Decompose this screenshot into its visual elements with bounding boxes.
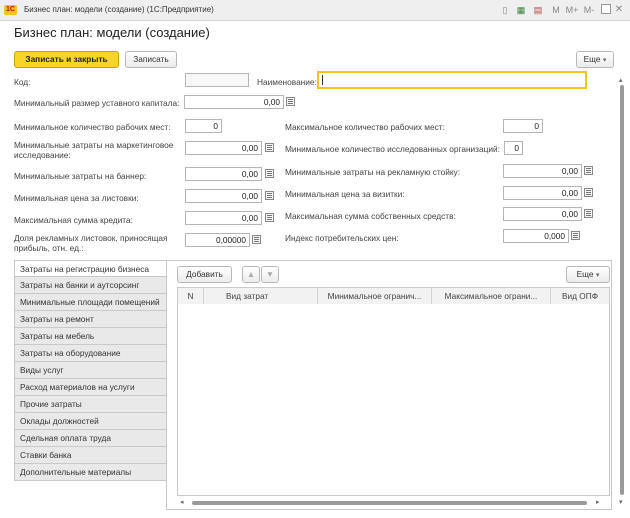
tab-equipment[interactable]: Затраты на оборудование (14, 345, 167, 362)
tab-piecework[interactable]: Сдельная оплата труда (14, 430, 167, 447)
consumer-index-label: Индекс потребительских цен: (285, 233, 399, 243)
save-and-close-button[interactable]: Записать и закрыть (14, 51, 119, 68)
column-number[interactable]: N (178, 288, 203, 304)
calculator-icon[interactable] (252, 235, 261, 244)
min-orgs-field[interactable]: 0 (504, 141, 523, 155)
arrow-up-icon[interactable]: ▲ (242, 266, 260, 283)
table-header: N Вид затрат Минимальное огранич... Макс… (177, 287, 610, 305)
calculator-icon[interactable] (265, 213, 274, 222)
name-input[interactable] (317, 71, 587, 89)
horizontal-scrollbar[interactable] (192, 501, 587, 505)
name-label: Наименование: (257, 77, 317, 87)
scroll-left-icon[interactable]: ◂ (180, 498, 184, 506)
page-title: Бизнес план: модели (создание) (14, 25, 210, 40)
add-button[interactable]: Добавить (177, 266, 232, 283)
min-ad-stand-field[interactable]: 0,00 (503, 164, 582, 178)
column-cost-type[interactable]: Вид затрат (203, 288, 317, 304)
column-max-limit[interactable]: Максимальное ограни... (431, 288, 550, 304)
app-logo-icon: 1С (4, 5, 17, 15)
min-marketing-field[interactable]: 0,00 (185, 141, 262, 155)
leaflet-profit-label: Доля рекламных листовок, приносящая приб… (14, 233, 168, 253)
memory-button[interactable]: M (551, 4, 561, 16)
max-jobs-field[interactable]: 0 (503, 119, 543, 133)
scroll-up-icon[interactable]: ▴ (619, 76, 623, 84)
save-button[interactable]: Записать (125, 51, 177, 68)
text-cursor (322, 75, 323, 85)
calculator-icon[interactable] (584, 166, 593, 175)
calculator-icon[interactable] (265, 143, 274, 152)
min-ad-stand-label: Минимальные затраты на рекламную стойку: (285, 167, 461, 177)
close-icon[interactable]: ✕ (614, 4, 624, 16)
min-jobs-field[interactable]: 0 (185, 119, 222, 133)
code-field[interactable] (185, 73, 249, 87)
leaflet-profit-field[interactable]: 0,00000 (185, 233, 250, 247)
calculator-icon[interactable] (584, 209, 593, 218)
scroll-right-icon[interactable]: ▸ (596, 498, 600, 506)
min-leaflet-field[interactable]: 0,00 (185, 189, 262, 203)
tab-list: Затраты на регистрацию бизнеса Затраты н… (14, 260, 167, 481)
tab-bank-rates[interactable]: Ставки банка (14, 447, 167, 464)
memory-minus-button[interactable]: M- (582, 4, 596, 16)
min-banner-label: Минимальные затраты на баннер: (14, 171, 147, 181)
min-capital-field[interactable]: 0,00 (184, 95, 284, 109)
tab-other-costs[interactable]: Прочие затраты (14, 396, 167, 413)
min-jobs-label: Минимальное количество рабочих мест: (14, 122, 171, 132)
max-credit-label: Максимальная сумма кредита: (14, 215, 133, 225)
min-orgs-label: Минимальное количество исследованных орг… (285, 144, 500, 154)
min-capital-label: Минимальный размер уставного капитала: (14, 98, 180, 108)
more-button[interactable]: Еще ▾ (576, 51, 614, 68)
code-label: Код: (14, 77, 31, 87)
column-opf-type[interactable]: Вид ОПФ (550, 288, 609, 304)
min-banner-field[interactable]: 0,00 (185, 167, 262, 181)
document-icon[interactable]: ▯ (500, 4, 510, 16)
tab-repair[interactable]: Затраты на ремонт (14, 311, 167, 328)
table-more-button[interactable]: Еще ▾ (566, 266, 610, 283)
min-marketing-label: Минимальные затраты на маркетинговое исс… (14, 140, 174, 160)
tab-materials[interactable]: Расход материалов на услуги (14, 379, 167, 396)
more-button-label: Еще (583, 54, 601, 64)
min-cards-field[interactable]: 0,00 (503, 186, 582, 200)
tab-registration[interactable]: Затраты на регистрацию бизнеса (14, 260, 167, 277)
window-titlebar: 1С Бизнес план: модели (создание) (1С:Пр… (0, 0, 630, 21)
arrow-down-icon[interactable]: ▼ (261, 266, 279, 283)
scroll-down-icon[interactable]: ▾ (619, 498, 623, 506)
min-cards-label: Минимальная цена за визитки: (285, 189, 405, 199)
column-min-limit[interactable]: Минимальное огранич... (317, 288, 431, 304)
calculator-icon[interactable] (286, 97, 295, 106)
chevron-down-icon: ▾ (602, 57, 607, 64)
calculator-icon[interactable] (571, 231, 580, 240)
min-leaflet-label: Минимальная цена за листовки: (14, 193, 139, 203)
table-icon[interactable]: ▦ (516, 4, 526, 16)
max-jobs-label: Максимальное количество рабочих мест: (285, 122, 445, 132)
window-title: Бизнес план: модели (создание) (1С:Предп… (24, 5, 214, 14)
max-own-funds-field[interactable]: 0,00 (503, 207, 582, 221)
max-own-funds-label: Максимальная сумма собственных средств: (285, 211, 456, 221)
maximize-icon[interactable] (601, 4, 611, 14)
memory-plus-button[interactable]: M+ (565, 4, 579, 16)
calculator-icon[interactable] (265, 191, 274, 200)
chevron-down-icon: ▾ (595, 272, 600, 279)
calculator-icon[interactable] (265, 169, 274, 178)
max-credit-field[interactable]: 0,00 (185, 211, 262, 225)
consumer-index-field[interactable]: 0,000 (503, 229, 569, 243)
tab-services[interactable]: Виды услуг (14, 362, 167, 379)
tab-premises[interactable]: Минимальные площади помещений (14, 294, 167, 311)
tab-furniture[interactable]: Затраты на мебель (14, 328, 167, 345)
tab-banks[interactable]: Затраты на банки и аутсорсинг (14, 277, 167, 294)
vertical-scrollbar[interactable] (620, 85, 624, 495)
tab-salaries[interactable]: Оклады должностей (14, 413, 167, 430)
table-more-label: Еще (576, 269, 594, 279)
table-body[interactable] (177, 304, 610, 496)
calendar-icon[interactable]: ▤ (532, 4, 544, 16)
tab-extra-materials[interactable]: Дополнительные материалы (14, 464, 167, 481)
calculator-icon[interactable] (584, 188, 593, 197)
